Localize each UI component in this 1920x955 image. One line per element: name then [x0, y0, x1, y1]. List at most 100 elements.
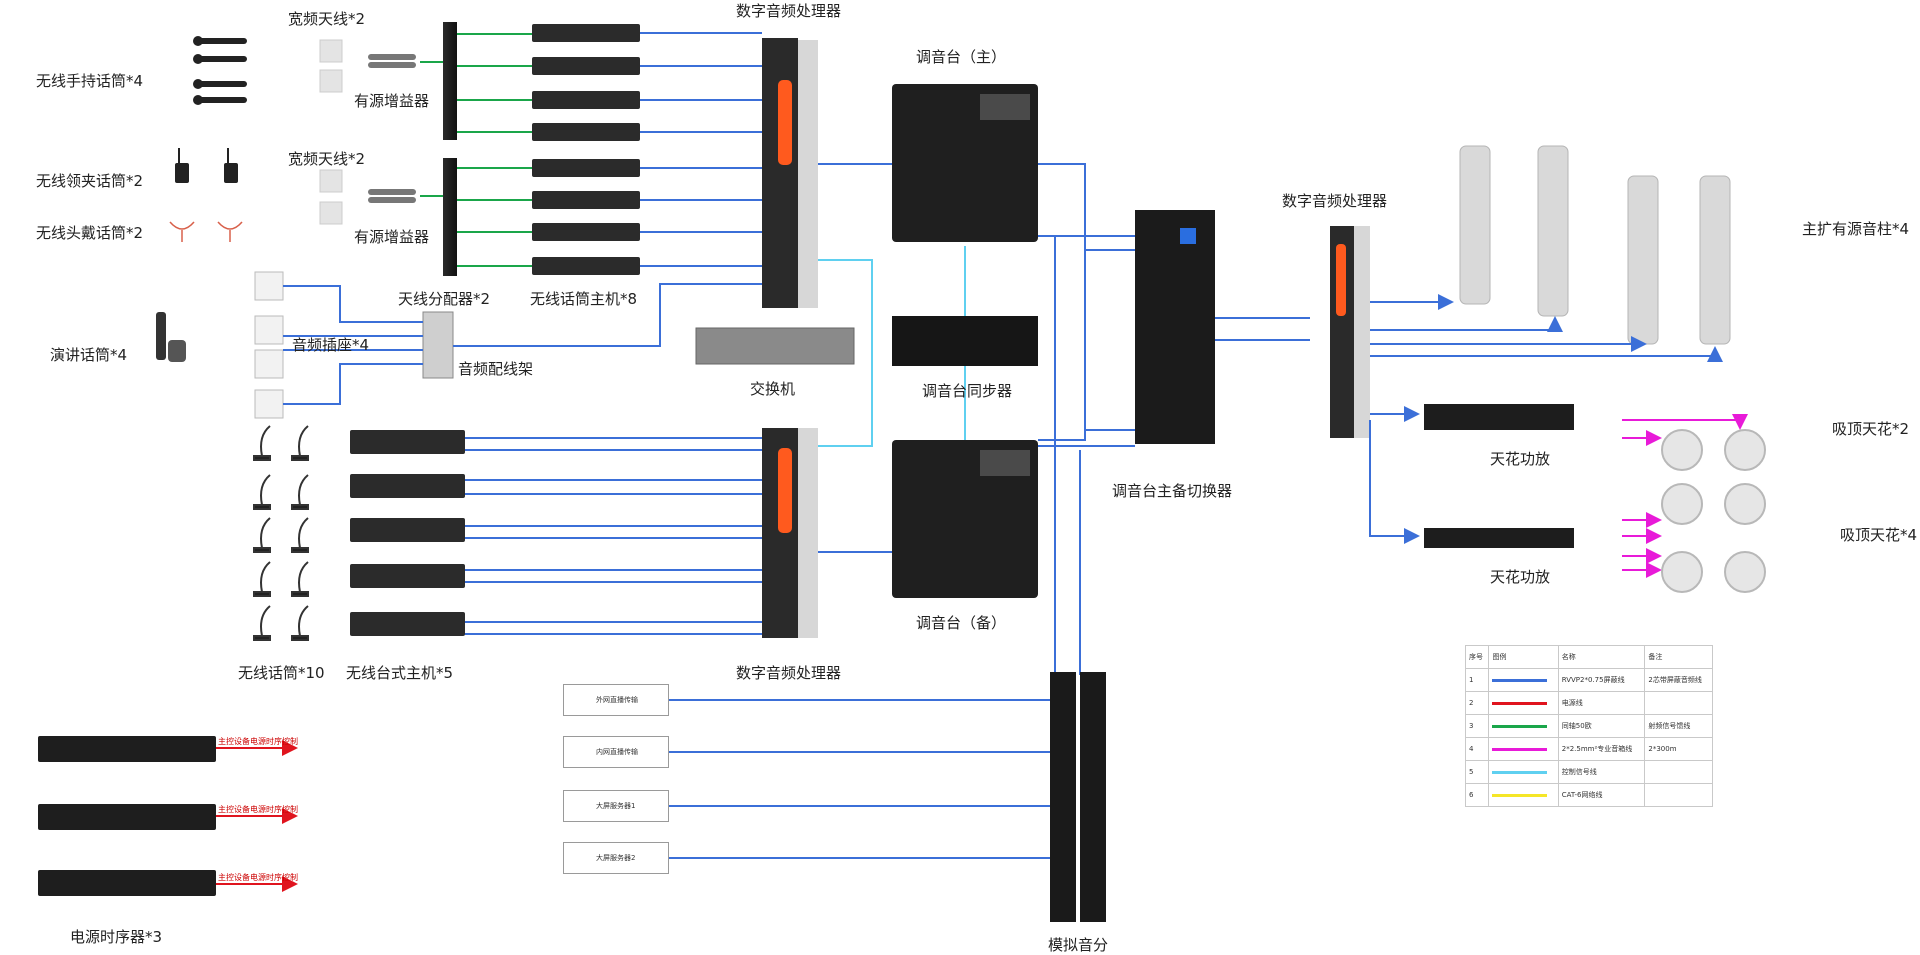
audio-sockets — [254, 271, 284, 419]
gooseneck-mics — [253, 425, 309, 641]
dsp-mixer-lines — [818, 163, 1310, 675]
legend-row: 2 电源线 — [1464, 691, 1713, 715]
legend-row: 3 同轴50欧 射频信号馈线 — [1464, 714, 1713, 738]
mixer-switcher-device — [1135, 210, 1215, 444]
legend-row: 6 CAT-6网络线 — [1464, 783, 1713, 807]
label-ceiling-spk-4: 吸顶天花*4 — [1840, 526, 1918, 544]
wireless-receivers — [532, 24, 640, 275]
handheld-mics — [193, 36, 247, 105]
dsp-bottom-device — [762, 428, 818, 638]
analog-out-lines — [668, 699, 1050, 859]
label-ceiling-amp-1: 天花功放 — [1490, 450, 1551, 468]
label-dsp-right: 数字音频处理器 — [1282, 192, 1388, 210]
legend-no: 1 — [1464, 668, 1490, 692]
label-antenna-splitter: 天线分配器*2 — [398, 290, 491, 308]
legend-note — [1644, 760, 1713, 784]
legend-row: 1 RVVP2*0.75屏蔽线 2芯带屏蔽音频线 — [1464, 668, 1713, 692]
desk-hosts — [350, 430, 465, 636]
legend-no: 5 — [1464, 760, 1490, 784]
legend-header-note: 备注 — [1644, 645, 1713, 669]
power-lines — [216, 740, 298, 892]
legend-header-no: 序号 — [1464, 645, 1490, 669]
column-speakers — [1459, 145, 1731, 345]
antenna-panels — [319, 39, 343, 225]
ceiling-amp-1-device — [1424, 404, 1574, 430]
rf-lines — [420, 33, 532, 267]
power-sequencers — [38, 736, 216, 896]
legend-note: 2芯带屏蔽音频线 — [1644, 668, 1713, 692]
legend-name: 2*2.5mm²专业音箱线 — [1557, 737, 1646, 761]
label-desk-host: 无线台式主机*5 — [346, 664, 454, 682]
legend-swatch — [1488, 737, 1559, 761]
label-wireless-receiver: 无线话筒主机*8 — [530, 290, 638, 308]
label-wireless-handheld: 无线手持话筒*4 — [36, 72, 144, 90]
dsp-right-device — [1330, 226, 1370, 438]
label-seq-ctrl-2: 主控设备电源时序控制 — [218, 805, 298, 814]
label-wireless-mic10: 无线话筒*10 — [238, 664, 325, 682]
legend-name: 同轴50欧 — [1557, 714, 1646, 738]
label-switch: 交换机 — [750, 380, 796, 398]
output-box-external-live: 外网直播传输 — [563, 684, 669, 716]
label-wireless-headset: 无线头戴话筒*2 — [36, 224, 144, 242]
label-mixer-switcher: 调音台主备切换器 — [1112, 482, 1233, 500]
speech-mic — [156, 312, 186, 362]
ceiling-amp-2-device — [1424, 528, 1574, 548]
legend-row: 4 2*2.5mm²专业音箱线 2*300m — [1464, 737, 1713, 761]
label-analog-split: 模拟音分 — [1048, 936, 1109, 954]
label-dsp-bottom: 数字音频处理器 — [736, 664, 842, 682]
legend-swatch — [1488, 760, 1559, 784]
label-mixer-main: 调音台（主） — [916, 48, 1007, 66]
legend-swatch — [1488, 691, 1559, 715]
label-main-column: 主扩有源音柱*4 — [1802, 220, 1910, 238]
label-wideband-antenna-2: 宽频天线*2 — [288, 150, 366, 168]
legend-name: CAT-6网络线 — [1557, 783, 1646, 807]
ceiling-speakers — [1661, 429, 1766, 593]
legend-swatch — [1488, 714, 1559, 738]
legend-note — [1644, 691, 1713, 715]
sync-device — [892, 316, 1038, 366]
receiver-to-dsp-lines — [640, 32, 762, 267]
legend-row: 5 控制信号线 — [1464, 760, 1713, 784]
analog-split-device — [1050, 672, 1106, 922]
legend-name: 电源线 — [1557, 691, 1646, 715]
legend-no: 3 — [1464, 714, 1490, 738]
mixer-main-device — [892, 84, 1038, 242]
label-seq-ctrl-3: 主控设备电源时序控制 — [218, 873, 298, 882]
headset-mics — [169, 221, 243, 242]
legend-header-name: 名称 — [1557, 645, 1646, 669]
dsp-top-device — [762, 38, 818, 308]
antenna-splitters — [443, 22, 457, 276]
label-seq-ctrl-1: 主控设备电源时序控制 — [218, 737, 298, 746]
label-ceiling-spk-2: 吸顶天花*2 — [1832, 420, 1910, 438]
switch-device — [695, 327, 855, 365]
boosters — [368, 54, 416, 203]
label-audio-patch: 音频配线架 — [458, 360, 534, 378]
mixer-backup-device — [892, 440, 1038, 598]
label-speech-mic: 演讲话筒*4 — [50, 346, 128, 364]
audio-patch-device — [422, 311, 454, 379]
legend-note: 射频信号馈线 — [1644, 714, 1713, 738]
label-ceiling-amp-2: 天花功放 — [1490, 568, 1551, 586]
desk-host-lines — [465, 437, 762, 635]
legend-swatch — [1488, 783, 1559, 807]
legend-no: 4 — [1464, 737, 1490, 761]
label-active-booster-1: 有源增益器 — [354, 92, 430, 110]
label-dsp-top: 数字音频处理器 — [736, 2, 842, 20]
output-box-screen-server-2: 大屏服务器2 — [563, 842, 669, 874]
label-audio-socket: 音频插座*4 — [292, 336, 370, 354]
legend-table: 序号 图例 名称 备注 1 RVVP2*0.75屏蔽线 2芯带屏蔽音频线 2 电… — [1464, 645, 1713, 807]
legend-name: RVVP2*0.75屏蔽线 — [1557, 668, 1646, 692]
label-wireless-lavalier: 无线领夹话筒*2 — [36, 172, 144, 190]
label-mixer-backup: 调音台（备） — [916, 614, 1007, 632]
lavalier-mics — [175, 148, 238, 183]
output-box-screen-server-1: 大屏服务器1 — [563, 790, 669, 822]
label-power-sequencer: 电源时序器*3 — [70, 928, 163, 946]
label-active-booster-2: 有源增益器 — [354, 228, 430, 246]
legend-note — [1644, 783, 1713, 807]
legend-note: 2*300m — [1644, 737, 1713, 761]
legend-swatch — [1488, 668, 1559, 692]
legend-name: 控制信号线 — [1557, 760, 1646, 784]
legend-header-symbol: 图例 — [1488, 645, 1559, 669]
label-wideband-antenna-1: 宽频天线*2 — [288, 10, 366, 28]
output-box-internal-live: 内网直播传输 — [563, 736, 669, 768]
